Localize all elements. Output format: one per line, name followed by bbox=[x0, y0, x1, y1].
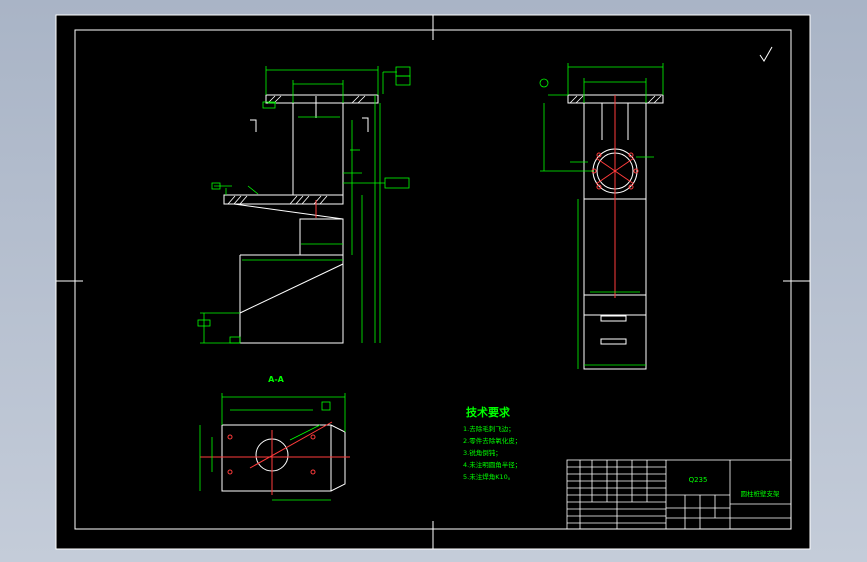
tech-requirements-title: 技术要求 bbox=[466, 405, 511, 419]
cad-canvas[interactable]: A-A 技术要求 1.去除毛刺飞边； 2.零件去除氧化皮； 3.锐角倒钝； 4.… bbox=[0, 0, 867, 562]
drawing-sheet bbox=[56, 15, 810, 549]
material-label: Q235 bbox=[689, 476, 708, 484]
tech-note: 4.未注明圆角半径； bbox=[463, 460, 521, 469]
tech-note: 2.零件去除氧化皮； bbox=[463, 436, 521, 445]
part-name-label: 圆柱桩壁支架 bbox=[741, 489, 781, 498]
tech-note: 5.未注焊角K10。 bbox=[463, 472, 514, 481]
tech-note: 3.锐角倒钝； bbox=[463, 448, 502, 457]
section-label: A-A bbox=[268, 375, 285, 384]
tech-note: 1.去除毛刺飞边； bbox=[463, 424, 515, 433]
